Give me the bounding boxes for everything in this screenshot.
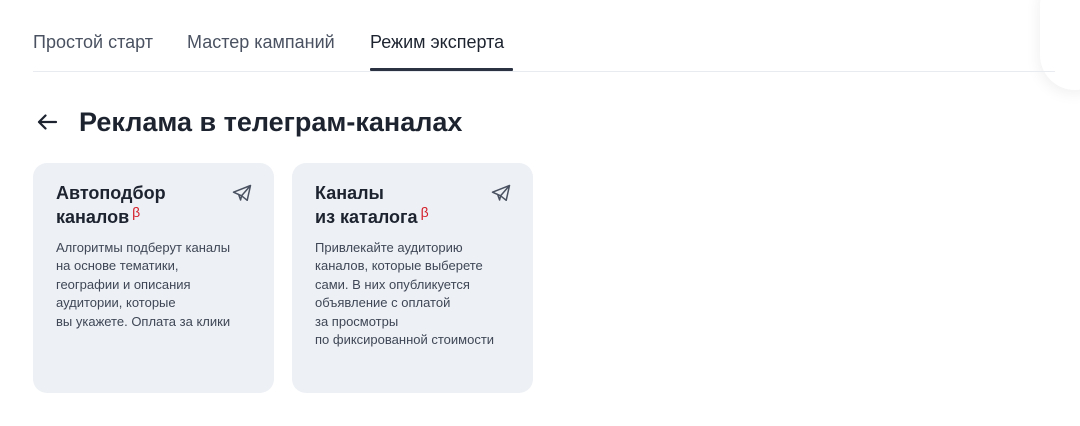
beta-badge: β xyxy=(132,204,141,220)
mode-tabs: Простой старт Мастер кампаний Режим эксп… xyxy=(33,0,1055,72)
description-line: на основе тематики, xyxy=(56,258,179,274)
description-line: аудитории, которые xyxy=(56,295,176,311)
telegram-plane-icon xyxy=(232,184,252,202)
card-title-text: из каталога xyxy=(315,207,418,227)
card-title-text: каналов xyxy=(56,207,130,227)
telegram-plane-icon xyxy=(491,184,511,202)
active-tab-indicator xyxy=(370,68,513,71)
arrow-left-icon xyxy=(37,114,58,130)
card-description: Алгоритмы подберут каналы на основе тема… xyxy=(56,239,252,331)
page: Простой старт Мастер кампаний Режим эксп… xyxy=(0,0,1080,426)
title-row: Реклама в телеграм-каналах xyxy=(36,104,462,140)
card-title-line: из каталога β xyxy=(315,204,475,230)
description-line: Алгоритмы подберут каналы xyxy=(56,240,231,255)
tab-simple-start[interactable]: Простой старт xyxy=(33,31,153,53)
description-line: за просмотры xyxy=(315,313,399,329)
card-title-line: Каналы xyxy=(315,183,384,203)
card-title: Каналы из каталога β xyxy=(315,181,475,230)
description-line: вы укажете. Оплата за клики xyxy=(56,313,231,329)
description-line: сами. В них опубликуется xyxy=(315,276,470,292)
page-title: Реклама в телеграм-каналах xyxy=(79,107,463,137)
autoselect-channels-card[interactable]: Автоподбор каналов β Алгоритмы подберут к… xyxy=(33,163,274,393)
description-line: Привлекайте аудиторию xyxy=(315,240,463,255)
description-line: по фиксированной стоимости xyxy=(315,332,495,348)
description-line: каналов, которые выберете xyxy=(315,258,483,274)
tab-expert-mode[interactable]: Режим эксперта xyxy=(370,31,504,53)
description-line: географии и описания xyxy=(56,276,191,292)
tab-campaign-master[interactable]: Мастер кампаний xyxy=(187,31,335,53)
card-title-line: каналов β xyxy=(56,204,216,230)
catalog-channels-card[interactable]: Каналы из каталога β Привлекайте аудитори… xyxy=(292,163,533,393)
card-description: Привлекайте аудиторию каналов, которые в… xyxy=(315,239,511,349)
description-line: объявление с оплатой xyxy=(315,295,451,311)
back-button[interactable] xyxy=(36,105,70,139)
card-title-line: Автоподбор xyxy=(56,183,166,203)
card-title: Автоподбор каналов β xyxy=(56,181,216,230)
beta-badge: β xyxy=(420,204,429,220)
